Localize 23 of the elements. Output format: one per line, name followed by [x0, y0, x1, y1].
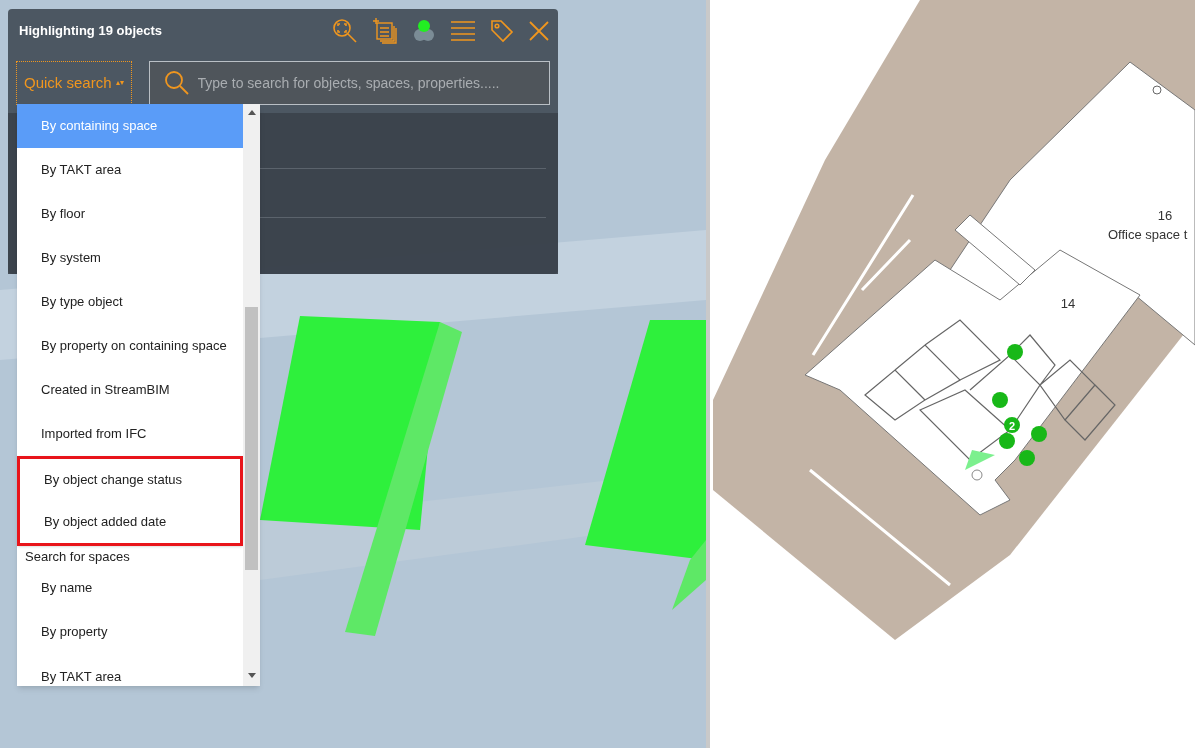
scroll-up-icon[interactable] — [248, 110, 256, 115]
room-name: Office space t — [1108, 227, 1188, 242]
color-dots-icon[interactable] — [412, 19, 436, 43]
panel-title: Highlighting 19 objects — [19, 22, 163, 41]
menu-option[interactable]: By object added date — [20, 501, 240, 543]
search-field[interactable]: Type to search for objects, spaces, properties..... — [148, 61, 550, 105]
room-number: 14 — [1060, 296, 1076, 311]
tag-icon[interactable] — [490, 19, 514, 43]
scroll-down-icon[interactable] — [248, 673, 256, 678]
search-icon — [163, 70, 190, 96]
cluster-count: 2 — [1008, 420, 1016, 432]
zoom-to-fit-icon[interactable] — [332, 18, 358, 44]
scrollbar-thumb[interactable] — [245, 307, 258, 570]
menu-option[interactable]: By object change status — [20, 459, 240, 501]
close-icon[interactable] — [528, 20, 550, 42]
menu-icon[interactable] — [450, 20, 476, 42]
search-input[interactable]: Type to search for objects, spaces, properties..... — [197, 72, 535, 94]
menu-option[interactable]: By TAKT area — [17, 654, 243, 686]
caret-icon: ▴▾ — [115, 80, 124, 86]
room-number: 16 — [1157, 208, 1173, 223]
group-heading: Search for spaces — [24, 547, 131, 566]
scrollbar[interactable] — [243, 104, 260, 686]
stacked-list-icon[interactable] — [372, 18, 398, 44]
